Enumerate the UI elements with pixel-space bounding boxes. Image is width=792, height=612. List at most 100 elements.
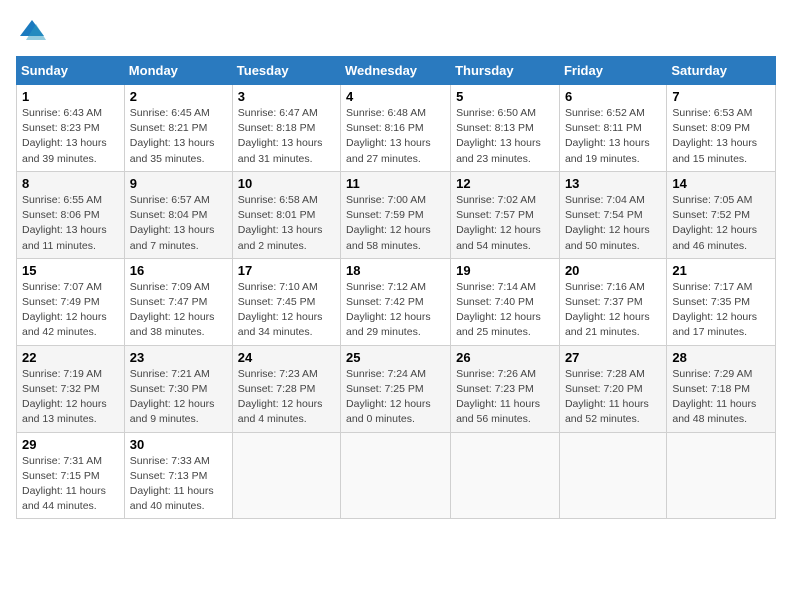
day-number: 14: [672, 176, 770, 191]
day-info: Sunrise: 7:09 AMSunset: 7:47 PMDaylight:…: [130, 280, 227, 341]
calendar-cell: [232, 432, 340, 519]
day-number: 26: [456, 350, 554, 365]
calendar-cell: 3 Sunrise: 6:47 AMSunset: 8:18 PMDaylight…: [232, 85, 340, 172]
calendar-cell: 13 Sunrise: 7:04 AMSunset: 7:54 PMDayligh…: [559, 171, 666, 258]
weekday-header-row: SundayMondayTuesdayWednesdayThursdayFrid…: [17, 57, 776, 85]
calendar-table: SundayMondayTuesdayWednesdayThursdayFrid…: [16, 56, 776, 519]
calendar-week-row: 22 Sunrise: 7:19 AMSunset: 7:32 PMDayligh…: [17, 345, 776, 432]
calendar-cell: 24Sunrise: 7:23 AMSunset: 7:28 PMDayligh…: [232, 345, 340, 432]
calendar-cell: 5 Sunrise: 6:50 AMSunset: 8:13 PMDaylight…: [451, 85, 560, 172]
day-info: Sunrise: 7:24 AMSunset: 7:25 PMDaylight:…: [346, 367, 445, 428]
calendar-cell: 30 Sunrise: 7:33 AMSunset: 7:13 PMDayligh…: [124, 432, 232, 519]
calendar-cell: 25 Sunrise: 7:24 AMSunset: 7:25 PMDayligh…: [341, 345, 451, 432]
calendar-cell: 28Sunrise: 7:29 AMSunset: 7:18 PMDayligh…: [667, 345, 776, 432]
day-info: Sunrise: 7:19 AMSunset: 7:32 PMDaylight:…: [22, 367, 119, 428]
day-number: 13: [565, 176, 661, 191]
day-number: 22: [22, 350, 119, 365]
calendar-cell: 20 Sunrise: 7:16 AMSunset: 7:37 PMDayligh…: [559, 258, 666, 345]
day-number: 15: [22, 263, 119, 278]
calendar-cell: 2 Sunrise: 6:45 AMSunset: 8:21 PMDaylight…: [124, 85, 232, 172]
calendar-cell: 18Sunrise: 7:12 AMSunset: 7:42 PMDayligh…: [341, 258, 451, 345]
day-number: 18: [346, 263, 445, 278]
calendar-cell: 8 Sunrise: 6:55 AMSunset: 8:06 PMDaylight…: [17, 171, 125, 258]
day-number: 2: [130, 89, 227, 104]
day-info: Sunrise: 7:33 AMSunset: 7:13 PMDaylight:…: [130, 454, 227, 515]
day-info: Sunrise: 7:26 AMSunset: 7:23 PMDaylight:…: [456, 367, 554, 428]
logo: [16, 16, 52, 48]
weekday-header-wednesday: Wednesday: [341, 57, 451, 85]
day-number: 9: [130, 176, 227, 191]
calendar-cell: 7 Sunrise: 6:53 AMSunset: 8:09 PMDaylight…: [667, 85, 776, 172]
day-number: 16: [130, 263, 227, 278]
calendar-cell: 17Sunrise: 7:10 AMSunset: 7:45 PMDayligh…: [232, 258, 340, 345]
calendar-cell: 9Sunrise: 6:57 AMSunset: 8:04 PMDaylight…: [124, 171, 232, 258]
calendar-cell: 11 Sunrise: 7:00 AMSunset: 7:59 PMDayligh…: [341, 171, 451, 258]
calendar-week-row: 29Sunrise: 7:31 AMSunset: 7:15 PMDayligh…: [17, 432, 776, 519]
day-number: 23: [130, 350, 227, 365]
day-info: Sunrise: 7:14 AMSunset: 7:40 PMDaylight:…: [456, 280, 554, 341]
calendar-week-row: 1 Sunrise: 6:43 AMSunset: 8:23 PMDaylight…: [17, 85, 776, 172]
calendar-week-row: 15 Sunrise: 7:07 AMSunset: 7:49 PMDayligh…: [17, 258, 776, 345]
day-info: Sunrise: 7:17 AMSunset: 7:35 PMDaylight:…: [672, 280, 770, 341]
day-number: 28: [672, 350, 770, 365]
day-number: 4: [346, 89, 445, 104]
day-info: Sunrise: 7:02 AMSunset: 7:57 PMDaylight:…: [456, 193, 554, 254]
day-number: 5: [456, 89, 554, 104]
calendar-cell: 22 Sunrise: 7:19 AMSunset: 7:32 PMDayligh…: [17, 345, 125, 432]
day-info: Sunrise: 6:50 AMSunset: 8:13 PMDaylight:…: [456, 106, 554, 167]
day-info: Sunrise: 7:05 AMSunset: 7:52 PMDaylight:…: [672, 193, 770, 254]
day-info: Sunrise: 6:47 AMSunset: 8:18 PMDaylight:…: [238, 106, 335, 167]
calendar-cell: 10 Sunrise: 6:58 AMSunset: 8:01 PMDayligh…: [232, 171, 340, 258]
day-info: Sunrise: 7:23 AMSunset: 7:28 PMDaylight:…: [238, 367, 335, 428]
day-number: 12: [456, 176, 554, 191]
calendar-week-row: 8 Sunrise: 6:55 AMSunset: 8:06 PMDaylight…: [17, 171, 776, 258]
day-number: 30: [130, 437, 227, 452]
calendar-cell: 21 Sunrise: 7:17 AMSunset: 7:35 PMDayligh…: [667, 258, 776, 345]
day-number: 7: [672, 89, 770, 104]
day-info: Sunrise: 6:52 AMSunset: 8:11 PMDaylight:…: [565, 106, 661, 167]
weekday-header-tuesday: Tuesday: [232, 57, 340, 85]
day-number: 1: [22, 89, 119, 104]
day-number: 11: [346, 176, 445, 191]
weekday-header-saturday: Saturday: [667, 57, 776, 85]
calendar-cell: 4 Sunrise: 6:48 AMSunset: 8:16 PMDaylight…: [341, 85, 451, 172]
calendar-cell: 26 Sunrise: 7:26 AMSunset: 7:23 PMDayligh…: [451, 345, 560, 432]
day-number: 3: [238, 89, 335, 104]
logo-icon: [16, 16, 48, 48]
calendar-cell: 27 Sunrise: 7:28 AMSunset: 7:20 PMDayligh…: [559, 345, 666, 432]
day-info: Sunrise: 7:16 AMSunset: 7:37 PMDaylight:…: [565, 280, 661, 341]
day-number: 10: [238, 176, 335, 191]
calendar-cell: [341, 432, 451, 519]
calendar-cell: 15 Sunrise: 7:07 AMSunset: 7:49 PMDayligh…: [17, 258, 125, 345]
calendar-cell: [451, 432, 560, 519]
calendar-cell: 6 Sunrise: 6:52 AMSunset: 8:11 PMDaylight…: [559, 85, 666, 172]
day-number: 19: [456, 263, 554, 278]
day-info: Sunrise: 6:55 AMSunset: 8:06 PMDaylight:…: [22, 193, 119, 254]
calendar-cell: 14 Sunrise: 7:05 AMSunset: 7:52 PMDayligh…: [667, 171, 776, 258]
day-info: Sunrise: 6:43 AMSunset: 8:23 PMDaylight:…: [22, 106, 119, 167]
calendar-cell: [667, 432, 776, 519]
day-number: 21: [672, 263, 770, 278]
calendar-cell: 29Sunrise: 7:31 AMSunset: 7:15 PMDayligh…: [17, 432, 125, 519]
day-info: Sunrise: 6:58 AMSunset: 8:01 PMDaylight:…: [238, 193, 335, 254]
day-info: Sunrise: 7:28 AMSunset: 7:20 PMDaylight:…: [565, 367, 661, 428]
day-number: 27: [565, 350, 661, 365]
day-info: Sunrise: 7:00 AMSunset: 7:59 PMDaylight:…: [346, 193, 445, 254]
day-number: 8: [22, 176, 119, 191]
day-number: 6: [565, 89, 661, 104]
day-info: Sunrise: 7:04 AMSunset: 7:54 PMDaylight:…: [565, 193, 661, 254]
calendar-cell: 16 Sunrise: 7:09 AMSunset: 7:47 PMDayligh…: [124, 258, 232, 345]
day-info: Sunrise: 6:48 AMSunset: 8:16 PMDaylight:…: [346, 106, 445, 167]
day-info: Sunrise: 7:10 AMSunset: 7:45 PMDaylight:…: [238, 280, 335, 341]
weekday-header-friday: Friday: [559, 57, 666, 85]
day-number: 25: [346, 350, 445, 365]
day-info: Sunrise: 6:45 AMSunset: 8:21 PMDaylight:…: [130, 106, 227, 167]
weekday-header-sunday: Sunday: [17, 57, 125, 85]
day-number: 20: [565, 263, 661, 278]
calendar-cell: 23 Sunrise: 7:21 AMSunset: 7:30 PMDayligh…: [124, 345, 232, 432]
day-info: Sunrise: 7:07 AMSunset: 7:49 PMDaylight:…: [22, 280, 119, 341]
day-info: Sunrise: 6:53 AMSunset: 8:09 PMDaylight:…: [672, 106, 770, 167]
day-number: 29: [22, 437, 119, 452]
calendar-cell: 19 Sunrise: 7:14 AMSunset: 7:40 PMDayligh…: [451, 258, 560, 345]
day-info: Sunrise: 7:21 AMSunset: 7:30 PMDaylight:…: [130, 367, 227, 428]
